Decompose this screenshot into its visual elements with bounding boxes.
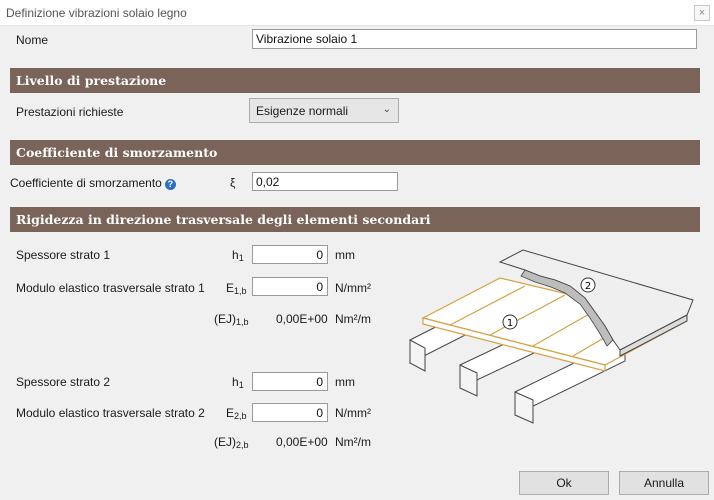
ej2b-symbol-text: (EJ) — [214, 435, 236, 449]
smorzamento-label: Coefficiente di smorzamento? — [10, 176, 176, 190]
modulo-strato1-unit: N/mm² — [335, 281, 371, 295]
annulla-button[interactable]: Annulla — [619, 471, 709, 495]
ej1b-unit: Nm²/m — [335, 312, 371, 326]
ej2b-symbol: (EJ)2,b — [214, 435, 249, 450]
smorzamento-label-text: Coefficiente di smorzamento — [10, 176, 162, 190]
xi-symbol: ξ — [230, 176, 236, 190]
floor-illustration: 1 2 — [409, 249, 694, 424]
nome-label: Nome — [16, 33, 49, 47]
e1b-symbol: E1,b — [226, 281, 247, 296]
h1-symbol: h1 — [232, 248, 244, 263]
section-rigidezza: Rigidezza in direzione trasversale degli… — [10, 207, 700, 232]
prestazioni-select[interactable]: Esigenze normali ⌄ — [249, 98, 399, 123]
ej1b-symbol-sub: 1,b — [236, 317, 249, 327]
e1b-symbol-text: E — [226, 281, 235, 295]
ok-button[interactable]: Ok — [519, 471, 609, 495]
spessore-strato1-label: Spessore strato 1 — [16, 248, 111, 262]
marker-2: 2 — [580, 277, 596, 293]
ej2b-symbol-sub: 2,b — [236, 440, 249, 450]
section-title: Coefficiente di smorzamento — [16, 145, 218, 160]
prestazioni-selected: Esigenze normali — [256, 104, 349, 118]
svg-text:2: 2 — [585, 281, 591, 292]
spessore-strato2-input[interactable] — [252, 372, 328, 391]
ej1b-value: 0,00E+00 — [276, 312, 328, 326]
svg-text:1: 1 — [507, 318, 513, 329]
h1-symbol-text: h — [232, 248, 239, 262]
smorzamento-input[interactable] — [252, 172, 398, 191]
modulo-strato2-unit: N/mm² — [335, 406, 371, 420]
close-button[interactable]: × — [694, 5, 710, 21]
modulo-strato1-input[interactable] — [252, 277, 328, 296]
chevron-down-icon: ⌄ — [382, 104, 391, 115]
nome-input[interactable] — [252, 29, 697, 49]
spessore-strato2-label: Spessore strato 2 — [16, 375, 111, 389]
ej2b-value: 0,00E+00 — [276, 435, 328, 449]
section-title: Livello di prestazione — [16, 73, 167, 88]
h2-symbol: h1 — [232, 375, 244, 390]
prestazioni-label: Prestazioni richieste — [16, 105, 124, 119]
spessore-strato2-unit: mm — [335, 375, 355, 389]
modulo-strato2-label: Modulo elastico trasversale strato 2 — [16, 406, 205, 420]
ej1b-symbol-text: (EJ) — [214, 312, 236, 326]
ej1b-symbol: (EJ)1,b — [214, 312, 249, 327]
info-icon[interactable]: ? — [164, 179, 176, 190]
window-titlebar: Definizione vibrazioni solaio legno × — [0, 0, 714, 26]
window-title: Definizione vibrazioni solaio legno — [6, 6, 187, 20]
ej2b-unit: Nm²/m — [335, 435, 371, 449]
section-title: Rigidezza in direzione trasversale degli… — [16, 212, 431, 227]
close-icon: × — [698, 6, 706, 19]
modulo-strato1-label: Modulo elastico trasversale strato 1 — [16, 281, 205, 295]
marker-1: 1 — [502, 314, 518, 330]
e2b-symbol: E2,b — [226, 406, 247, 421]
h2-symbol-sub: 1 — [238, 380, 244, 390]
h1-symbol-sub: 1 — [238, 253, 244, 263]
spessore-strato1-unit: mm — [335, 248, 355, 262]
section-coefficiente-smorzamento: Coefficiente di smorzamento — [10, 140, 700, 165]
spessore-strato1-input[interactable] — [252, 245, 328, 264]
e1b-symbol-sub: 1,b — [234, 286, 247, 296]
section-livello-prestazione: Livello di prestazione — [10, 68, 700, 93]
modulo-strato2-input[interactable] — [252, 403, 328, 422]
h2-symbol-text: h — [232, 375, 239, 389]
e2b-symbol-sub: 2,b — [234, 411, 247, 421]
e2b-symbol-text: E — [226, 406, 235, 420]
